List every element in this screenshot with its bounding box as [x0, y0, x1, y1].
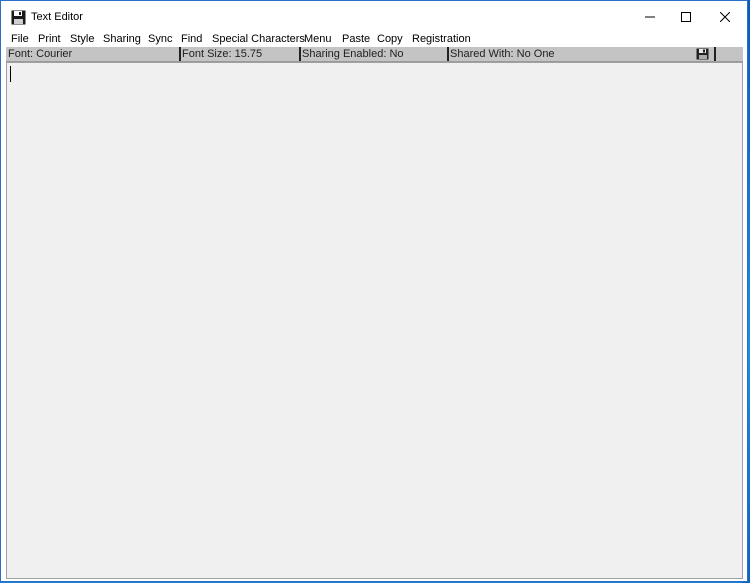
menu-registration[interactable]: Registration: [412, 33, 471, 46]
status-divider: [714, 47, 716, 61]
status-shared-with: Shared With: No One: [450, 48, 555, 60]
maximize-icon: [681, 12, 691, 22]
text-editor-window: Text Editor File Print Style Sharing Syn…: [0, 0, 748, 582]
menu-special-characters[interactable]: Special Characters: [212, 33, 305, 46]
window-title: Text Editor: [31, 11, 83, 23]
status-font: Font: Courier: [8, 48, 73, 60]
minimize-icon: [645, 16, 655, 18]
menu-menu[interactable]: Menu: [304, 33, 332, 46]
status-font-size: Font Size: 15.75: [182, 48, 263, 60]
close-icon: [720, 12, 730, 22]
status-sharing-enabled: Sharing Enabled: No: [302, 48, 404, 60]
status-divider: [299, 47, 301, 61]
menu-sync[interactable]: Sync: [148, 33, 172, 46]
menu-find[interactable]: Find: [181, 33, 202, 46]
menu-style[interactable]: Style: [70, 33, 94, 46]
menu-bar: File Print Style Sharing Sync Find Speci…: [1, 32, 747, 47]
close-button[interactable]: [706, 1, 744, 33]
menu-sharing[interactable]: Sharing: [103, 33, 141, 46]
text-caret: [10, 66, 11, 82]
menu-paste[interactable]: Paste: [342, 33, 370, 46]
floppy-disk-icon: [11, 10, 26, 25]
title-bar[interactable]: Text Editor: [1, 1, 747, 33]
editor-text-area[interactable]: [6, 62, 743, 579]
menu-file[interactable]: File: [11, 33, 29, 46]
menu-copy[interactable]: Copy: [377, 33, 403, 46]
status-divider: [179, 47, 181, 61]
maximize-button[interactable]: [667, 1, 705, 33]
status-bar: Font: Courier Font Size: 15.75 Sharing E…: [6, 47, 743, 62]
menu-print[interactable]: Print: [38, 33, 61, 46]
save-icon[interactable]: [696, 48, 709, 60]
status-divider: [447, 47, 449, 61]
minimize-button[interactable]: [631, 1, 669, 33]
